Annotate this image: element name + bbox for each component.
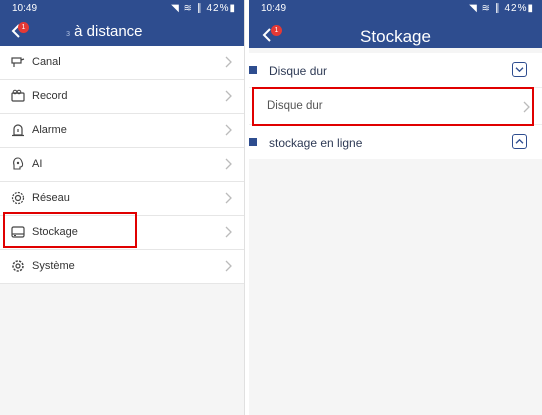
storage-content: Disque dur Disque dur stockage en ligne [249,53,542,159]
page-title: зà distance [66,23,143,40]
network-icon [11,191,25,205]
chevron-right-icon [225,192,232,204]
page-title: Stockage [360,27,431,46]
chevron-right-icon [225,260,232,272]
menu-item-label: Record [32,90,68,102]
menu-item-label: Réseau [32,192,70,204]
menu-item-label: AI [32,158,43,170]
gear-icon [12,260,24,272]
menu-item-stockage[interactable]: Stockage [0,216,244,250]
menu-item-reseau[interactable]: Réseau [0,182,244,216]
chevron-right-icon [225,90,232,102]
menu-item-record[interactable]: Record [0,80,244,114]
ai-icon [13,157,24,170]
chevron-right-icon [523,101,530,113]
section-stockage-en-ligne[interactable]: stockage en ligne [249,125,542,159]
page-title-faded: з [66,28,71,38]
record-icon [11,89,25,102]
alarm-icon [12,124,24,137]
section-disque-dur[interactable]: Disque dur [249,53,542,87]
status-time: 10:49 [12,3,38,14]
app-header: 10:49 ◥ ≋ ∥ 42%▮ 1 Stockage [249,0,542,48]
status-icons: ◥ ≋ ∥ 42%▮ [469,3,534,14]
page-title-text: à distance [74,23,143,40]
camera-icon [11,57,25,67]
status-time: 10:49 [261,3,287,14]
section-label: Disque dur [269,64,328,78]
menu-item-alarme[interactable]: Alarme [0,114,244,148]
menu-item-ai[interactable]: AI [0,148,244,182]
menu-item-label: Alarme [32,124,67,136]
list-item-disque-dur[interactable]: Disque dur [249,87,542,125]
menu-item-label: Stockage [32,226,78,238]
chevron-right-icon [225,56,232,68]
right-phone-screen: 10:49 ◥ ≋ ∥ 42%▮ 1 Stockage Disque dur D… [249,0,542,415]
storage-icon [11,226,25,238]
section-bullet [249,138,257,146]
menu-item-canal[interactable]: Canal [0,46,244,80]
list-item-label: Disque dur [267,100,323,112]
settings-menu: Canal Record Alarme AI Réseau Stockage S… [0,46,244,284]
chevron-right-icon [225,158,232,170]
status-icons: ◥ ≋ ∥ 42%▮ [171,3,236,14]
section-bullet [249,66,257,74]
section-label: stockage en ligne [269,136,363,150]
status-bar: 10:49 ◥ ≋ ∥ 42%▮ [249,0,542,18]
menu-item-label: Système [32,260,75,272]
menu-item-systeme[interactable]: Système [0,250,244,284]
chevron-down-icon[interactable] [512,62,527,77]
notification-badge: 1 [18,22,29,33]
left-phone-screen: 10:49 ◥ ≋ ∥ 42%▮ 1 зà distance Canal Rec… [0,0,245,415]
chevron-up-icon[interactable] [512,134,527,149]
chevron-right-icon [225,124,232,136]
chevron-right-icon [225,226,232,238]
status-bar: 10:49 ◥ ≋ ∥ 42%▮ [0,0,244,18]
app-header: 10:49 ◥ ≋ ∥ 42%▮ 1 зà distance [0,0,244,48]
menu-item-label: Canal [32,56,61,68]
